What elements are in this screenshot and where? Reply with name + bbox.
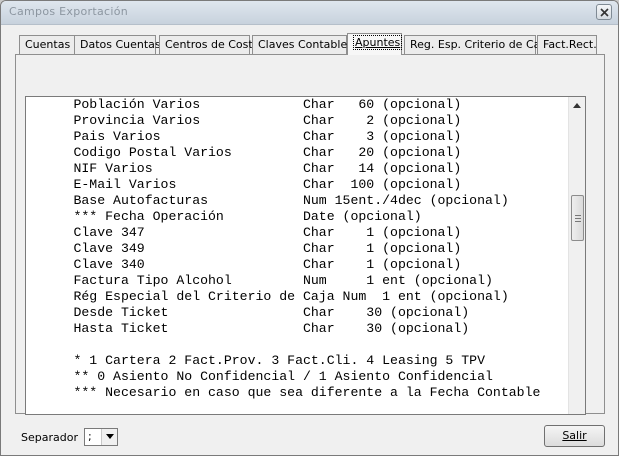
text-line: Rég Especial del Criterio de Caja Num 1 … bbox=[26, 289, 509, 304]
fields-text-area[interactable]: Población Varios Char 60 (opcional) Prov… bbox=[25, 96, 586, 415]
text-line: Clave 349 Char 1 (opcional) bbox=[26, 241, 462, 256]
separator-select[interactable]: ; bbox=[84, 428, 118, 446]
separator-value: ; bbox=[88, 430, 92, 443]
tab-strip: Cuentas Datos Cuentas Centros de Coste C… bbox=[15, 33, 601, 55]
chevron-down-icon bbox=[106, 434, 114, 439]
text-line: Clave 340 Char 1 (opcional) bbox=[26, 257, 462, 272]
fields-text: Población Varios Char 60 (opcional) Prov… bbox=[26, 97, 569, 401]
tab-fact-rect[interactable]: Fact.Rect. bbox=[537, 35, 597, 55]
text-line: ** 0 Asiento No Confidencial / 1 Asiento… bbox=[26, 369, 493, 384]
tab-datos-cuentas[interactable]: Datos Cuentas bbox=[74, 35, 161, 55]
grip-line bbox=[575, 215, 581, 216]
title-bar[interactable]: Campos Exportación bbox=[1, 1, 618, 25]
text-line: Hasta Ticket Char 30 (opcional) bbox=[26, 321, 470, 336]
separator-dropdown-button[interactable] bbox=[101, 429, 117, 445]
text-line: Provincia Varios Char 2 (opcional) bbox=[26, 113, 462, 128]
text-line: Factura Tipo Alcohol Num 1 ent (opcional… bbox=[26, 273, 493, 288]
separator-label: Separador bbox=[21, 431, 78, 444]
text-line: *** Necesario en caso que sea diferente … bbox=[26, 385, 541, 400]
grip-line bbox=[575, 218, 581, 219]
tab-reg-esp-criterio-de-caja[interactable]: Reg. Esp. Criterio de Caja bbox=[404, 35, 550, 55]
text-line: *** Fecha Operación Date (opcional) bbox=[26, 209, 422, 224]
vertical-scrollbar[interactable] bbox=[568, 97, 585, 414]
tab-apuntes[interactable]: Apuntes bbox=[347, 33, 403, 55]
text-line: Población Varios Char 60 (opcional) bbox=[26, 97, 462, 112]
exit-button[interactable]: Salir bbox=[544, 425, 605, 447]
text-line bbox=[26, 337, 569, 353]
text-line: * 1 Cartera 2 Fact.Prov. 3 Fact.Cli. 4 L… bbox=[26, 353, 485, 368]
tab-cuentas[interactable]: Cuentas bbox=[19, 35, 75, 55]
tab-centros-de-coste[interactable]: Centros de Coste bbox=[159, 35, 259, 55]
window-title: Campos Exportación bbox=[9, 5, 129, 18]
text-line: Clave 347 Char 1 (opcional) bbox=[26, 225, 462, 240]
text-line: Desde Ticket Char 30 (opcional) bbox=[26, 305, 470, 320]
tab-claves-contables[interactable]: Claves Contables bbox=[252, 35, 353, 55]
text-line: Codigo Postal Varios Char 20 (opcional) bbox=[26, 145, 462, 160]
close-icon bbox=[600, 8, 609, 17]
export-fields-window: Campos Exportación Cuentas Datos Cuentas… bbox=[0, 0, 619, 456]
grip-line bbox=[575, 221, 581, 222]
tab-panel-apuntes: Población Varios Char 60 (opcional) Prov… bbox=[15, 54, 605, 415]
text-line: Pais Varios Char 3 (opcional) bbox=[26, 129, 462, 144]
arrow-up-icon[interactable] bbox=[573, 103, 581, 108]
text-line: NIF Varios Char 14 (opcional) bbox=[26, 161, 462, 176]
close-button[interactable] bbox=[596, 4, 612, 20]
text-line: E-Mail Varios Char 100 (opcional) bbox=[26, 177, 462, 192]
scrollbar-thumb[interactable] bbox=[571, 195, 584, 241]
text-line: Base Autofacturas Num 15ent./4dec (opcio… bbox=[26, 193, 509, 208]
